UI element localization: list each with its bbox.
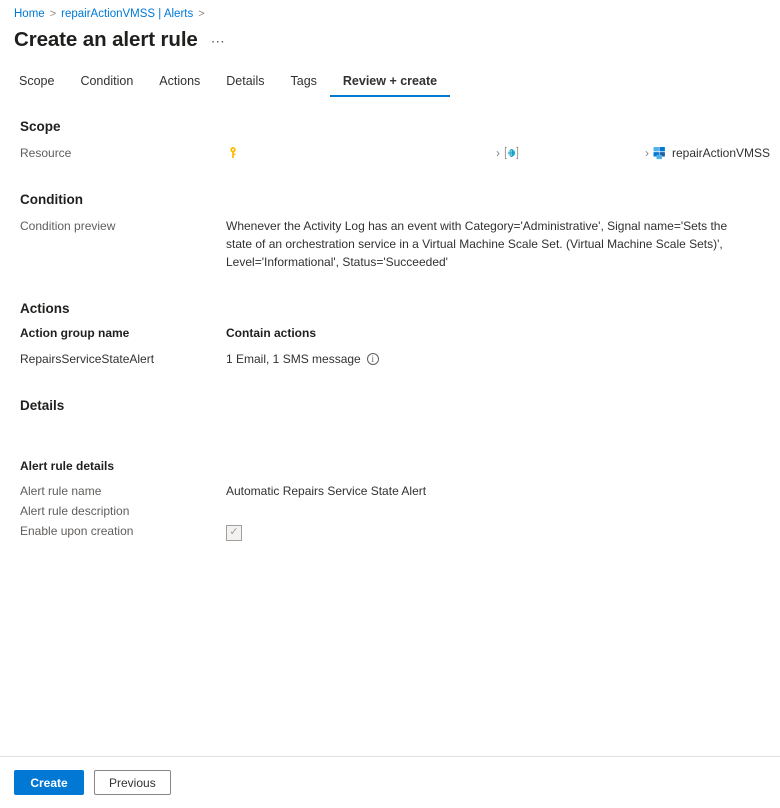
breadcrumb: Home > repairActionVMSS | Alerts > [0,0,780,22]
scope-resource-row: Resource › › repairActionVMSS [14,144,770,162]
alert-rule-description-label: Alert rule description [20,504,130,518]
resource-path-resource-group[interactable] [504,146,525,160]
enable-upon-creation-label: Enable upon creation [20,524,134,539]
info-icon[interactable]: i [366,353,379,365]
create-alert-rule-page: Home > repairActionVMSS | Alerts > Creat… [0,0,780,808]
tab-tags[interactable]: Tags [278,70,330,97]
contain-actions-value: 1 Email, 1 SMS message [226,352,361,366]
condition-preview-text: Whenever the Activity Log has an event w… [226,219,728,269]
footer-action-bar: Create Previous [0,756,780,808]
resource-path-vmss[interactable]: repairActionVMSS [653,144,770,162]
more-options-icon[interactable]: ⋯ [208,33,229,49]
actions-table-header: Action group name Contain actions [14,326,766,340]
tab-scope[interactable]: Scope [14,70,67,97]
column-action-group-name: Action group name [20,326,130,340]
title-row: Create an alert rule ⋯ [0,22,780,52]
wizard-tabs: Scope Condition Actions Details Tags Rev… [0,70,780,97]
alert-rule-name-label: Alert rule name [20,484,102,498]
tab-condition[interactable]: Condition [67,70,146,97]
previous-button[interactable]: Previous [94,770,171,795]
create-button[interactable]: Create [14,770,84,795]
enable-upon-creation-row: Enable upon creation ✓ [14,522,766,541]
details-heading: Details [20,398,65,413]
vmss-icon [653,146,667,160]
tab-review-create[interactable]: Review + create [329,70,451,97]
alert-rule-details-subheading: Alert rule details [20,459,115,473]
column-contain-actions: Contain actions [226,326,317,340]
tab-actions[interactable]: Actions [146,70,213,97]
resource-path: › › repairActionVMSS [226,144,770,162]
breadcrumb-item-alerts[interactable]: repairActionVMSS | Alerts [61,6,193,22]
page-title: Create an alert rule [14,28,198,51]
review-content: Scope Resource › › repairActionVMSS Cond… [0,119,780,541]
chevron-right-icon-1: › [496,146,500,160]
breadcrumb-separator-icon: > [49,8,57,20]
actions-heading: Actions [20,301,70,316]
tab-details[interactable]: Details [213,70,277,97]
resource-path-subscription[interactable] [226,146,246,160]
alert-rule-name-value: Automatic Repairs Service State Alert [226,484,427,498]
condition-preview-label: Condition preview [20,219,116,233]
condition-heading: Condition [20,192,83,207]
alert-rule-name-row: Alert rule name Automatic Repairs Servic… [14,482,766,500]
table-row: RepairsServiceStateAlert 1 Email, 1 SMS … [14,352,766,366]
key-icon [226,146,240,160]
chevron-right-icon-2: › [645,146,649,160]
condition-preview-row: Condition preview Whenever the Activity … [14,217,766,271]
breadcrumb-item-home[interactable]: Home [14,6,45,22]
resource-group-icon [504,146,519,160]
vmss-name: repairActionVMSS [672,146,771,160]
action-group-name-value: RepairsServiceStateAlert [20,352,155,366]
scope-resource-label: Resource [20,146,72,160]
scope-heading: Scope [20,119,61,134]
breadcrumb-separator-icon-2: > [198,8,205,20]
alert-rule-description-row: Alert rule description [14,502,766,520]
enable-upon-creation-checkbox[interactable]: ✓ [226,524,242,541]
